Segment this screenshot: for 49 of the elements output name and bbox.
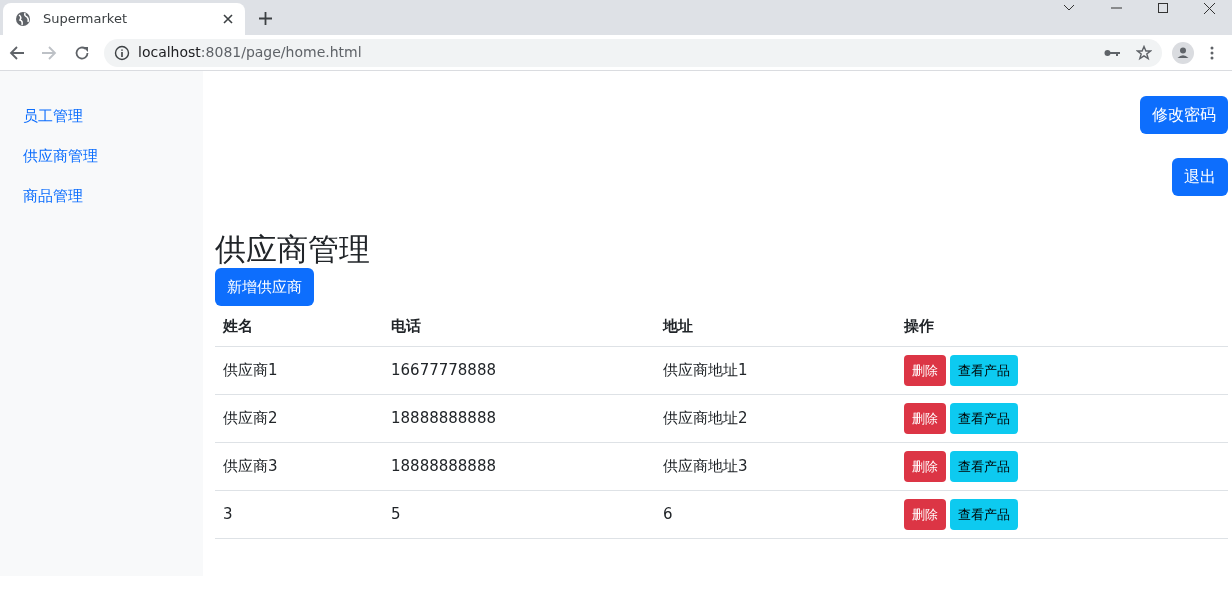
url-path: :8081/page/home.html [200, 43, 362, 62]
sidebar-link[interactable]: 员工管理 [23, 105, 83, 127]
page-heading: 供应商管理 [215, 230, 371, 268]
info-icon [114, 44, 130, 61]
key-icon[interactable] [1104, 48, 1120, 57]
header-button[interactable]: 退出 [1172, 158, 1228, 196]
column-header: 电话 [391, 317, 421, 335]
tab-title: Supermarket [43, 10, 128, 29]
table-cell: 18888888888 [391, 409, 496, 427]
table-cell: 供应商地址3 [663, 457, 748, 475]
add-supplier-button[interactable]: 新增供应商 [215, 268, 314, 306]
close-icon[interactable] [223, 14, 233, 24]
delete-button[interactable]: 删除 [904, 499, 946, 530]
column-header: 操作 [904, 317, 934, 335]
table-cell: 供应商2 [223, 409, 278, 427]
new-tab-icon[interactable] [259, 12, 272, 25]
table-cell: 6 [663, 505, 673, 523]
chevron-down-icon[interactable] [1063, 4, 1075, 12]
table-cell: 供应商1 [223, 361, 278, 379]
view-products-button[interactable]: 查看产品 [950, 451, 1018, 482]
reload-icon[interactable] [74, 44, 90, 61]
table-cell: 18888888888 [391, 457, 496, 475]
star-icon[interactable] [1136, 44, 1152, 61]
menu-icon[interactable] [1210, 45, 1214, 60]
view-products-button[interactable]: 查看产品 [950, 355, 1018, 386]
globe-icon [15, 11, 31, 27]
close-icon[interactable] [1204, 2, 1215, 14]
sidebar-link[interactable]: 供应商管理 [23, 145, 98, 167]
table-cell: 供应商3 [223, 457, 278, 475]
view-products-button[interactable]: 查看产品 [950, 499, 1018, 530]
delete-button[interactable]: 删除 [904, 451, 946, 482]
sidebar-link[interactable]: 商品管理 [23, 185, 83, 207]
profile-icon[interactable] [1172, 41, 1194, 64]
column-header: 姓名 [223, 317, 253, 335]
browser-tab[interactable]: Supermarket [3, 3, 245, 35]
url-host: localhost [138, 43, 201, 62]
table-cell: 3 [223, 505, 233, 523]
address-bar[interactable]: localhost:8081/page/home.html [104, 38, 1162, 67]
table-cell: 16677778888 [391, 361, 496, 379]
table-cell: 供应商地址2 [663, 409, 748, 427]
delete-button[interactable]: 删除 [904, 403, 946, 434]
delete-button[interactable]: 删除 [904, 355, 946, 386]
table-cell: 5 [391, 505, 401, 523]
view-products-button[interactable]: 查看产品 [950, 403, 1018, 434]
back-icon[interactable] [9, 44, 25, 61]
header-button[interactable]: 修改密码 [1140, 96, 1228, 134]
table-cell: 供应商地址1 [663, 361, 748, 379]
column-header: 地址 [663, 317, 693, 335]
maximize-icon[interactable] [1158, 3, 1168, 13]
